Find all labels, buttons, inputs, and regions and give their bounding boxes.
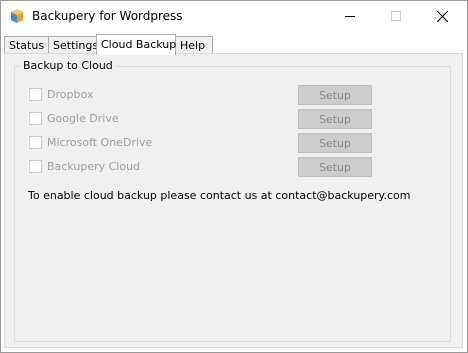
app-window: Backupery for Wordpress Status Settings … bbox=[0, 0, 468, 353]
group-label: Backup to Cloud bbox=[21, 59, 115, 72]
google-drive-label: Google Drive bbox=[47, 112, 119, 125]
minimize-button[interactable] bbox=[327, 1, 373, 31]
window-title: Backupery for Wordpress bbox=[32, 9, 183, 23]
backupery-cloud-label: Backupery Cloud bbox=[47, 160, 141, 173]
tab-settings[interactable]: Settings bbox=[48, 36, 98, 53]
backupery-cloud-setup-button[interactable]: Setup bbox=[298, 157, 372, 177]
onedrive-checkbox[interactable] bbox=[29, 136, 42, 149]
onedrive-setup-button[interactable]: Setup bbox=[298, 133, 372, 153]
provider-row-google-drive: Google Drive Setup bbox=[15, 109, 450, 129]
close-button[interactable] bbox=[419, 1, 465, 31]
backupery-cloud-checkbox[interactable] bbox=[29, 160, 42, 173]
dropbox-label: Dropbox bbox=[47, 88, 94, 101]
backupery-box-icon bbox=[10, 9, 24, 23]
cloud-backup-note: To enable cloud backup please contact us… bbox=[28, 189, 411, 202]
onedrive-label: Microsoft OneDrive bbox=[47, 136, 153, 149]
google-drive-setup-button[interactable]: Setup bbox=[298, 109, 372, 129]
minimize-icon bbox=[345, 16, 355, 17]
provider-row-dropbox: Dropbox Setup bbox=[15, 85, 450, 105]
maximize-icon bbox=[391, 11, 401, 21]
tab-cloud-backup[interactable]: Cloud Backup bbox=[96, 34, 176, 55]
google-drive-checkbox[interactable] bbox=[29, 112, 42, 125]
provider-row-onedrive: Microsoft OneDrive Setup bbox=[15, 133, 450, 153]
close-icon bbox=[436, 10, 448, 22]
cloud-backup-panel: Backup to Cloud Dropbox Setup Google Dri… bbox=[4, 53, 463, 348]
tab-help[interactable]: Help bbox=[175, 36, 213, 53]
dropbox-checkbox[interactable] bbox=[29, 88, 42, 101]
tab-status[interactable]: Status bbox=[4, 36, 49, 53]
dropbox-setup-button[interactable]: Setup bbox=[298, 85, 372, 105]
provider-row-backupery-cloud: Backupery Cloud Setup bbox=[15, 157, 450, 177]
maximize-button[interactable] bbox=[373, 1, 419, 31]
title-bar[interactable]: Backupery for Wordpress bbox=[1, 1, 467, 31]
backup-to-cloud-group: Backup to Cloud Dropbox Setup Google Dri… bbox=[14, 59, 451, 342]
